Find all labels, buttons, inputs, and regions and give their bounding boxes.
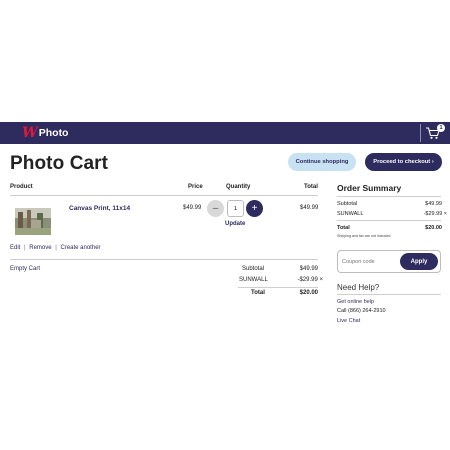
coupon-form: Apply <box>337 250 441 273</box>
top-navbar: W Photo 1 <box>0 122 450 144</box>
column-header-quantity: Quantity <box>226 184 251 190</box>
order-coupon-label: SUNWALL <box>337 211 364 217</box>
product-name-link[interactable]: Canvas Print, 11x14 <box>69 205 130 212</box>
item-actions: Edit | Remove | Create another <box>10 245 101 251</box>
column-header-product: Product <box>10 184 33 190</box>
order-total-value: $20.00 <box>425 225 442 231</box>
item-price: $49.99 <box>183 205 202 211</box>
quantity-input[interactable] <box>227 200 244 217</box>
quantity-increase-button[interactable]: + <box>246 200 263 217</box>
item-divider <box>10 259 318 260</box>
order-summary-title: Order Summary <box>337 183 402 193</box>
order-summary-divider <box>337 196 441 197</box>
item-total: $49.99 <box>300 205 319 211</box>
continue-shopping-button[interactable]: Continue shopping <box>288 153 356 171</box>
order-total-divider <box>337 220 441 221</box>
quantity-decrease-button[interactable]: – <box>207 200 224 217</box>
cart-subtotal-value: $49.99 <box>299 266 318 272</box>
cart-subtotal-label: Subtotal <box>242 266 265 272</box>
link-separator: | <box>24 245 26 251</box>
column-header-price: Price <box>188 184 203 190</box>
walgreens-photo-logo[interactable]: W Photo <box>22 125 68 141</box>
order-coupon-value[interactable]: -$29.99 × <box>424 211 447 217</box>
cart-total-value: $20.00 <box>299 290 318 296</box>
link-separator: | <box>55 245 57 251</box>
phone-number: Call (866) 264-2910 <box>337 308 386 314</box>
order-subtotal-value: $49.99 <box>425 201 442 207</box>
navbar-divider <box>420 124 421 142</box>
order-subtotal-label: Subtotal <box>337 201 358 207</box>
apply-coupon-button[interactable]: Apply <box>400 253 438 270</box>
cart-total-label: Total <box>251 290 265 296</box>
edit-item-link[interactable]: Edit <box>10 245 20 251</box>
cart-coupon-value[interactable]: -$29.99 × <box>276 277 323 283</box>
remove-item-link[interactable]: Remove <box>29 245 51 251</box>
help-divider <box>337 294 441 295</box>
shipping-tax-note: Shipping and tax are not included. <box>337 234 392 238</box>
coupon-code-input[interactable] <box>342 256 396 267</box>
online-help-link[interactable]: Get online help <box>337 299 374 305</box>
proceed-to-checkout-button[interactable]: Proceed to checkout › <box>365 153 442 171</box>
order-total-label: Total <box>337 225 350 231</box>
need-help-title: Need Help? <box>337 283 380 292</box>
empty-cart-link[interactable]: Empty Cart <box>10 266 40 272</box>
cart-count-badge: 1 <box>437 124 445 132</box>
page-title: Photo Cart <box>10 153 109 174</box>
create-another-link[interactable]: Create another <box>61 245 101 251</box>
live-chat-link[interactable]: Live Chat <box>337 318 360 324</box>
cart-coupon-label: SUNWALL <box>239 277 268 283</box>
logo-text: Photo <box>38 127 69 139</box>
column-header-total: Total <box>304 184 318 190</box>
table-header-divider <box>10 195 318 196</box>
cart-total-divider <box>238 287 318 288</box>
update-quantity-link[interactable]: Update <box>225 221 245 227</box>
logo-mark: W <box>22 125 38 141</box>
product-thumbnail[interactable] <box>15 208 51 235</box>
